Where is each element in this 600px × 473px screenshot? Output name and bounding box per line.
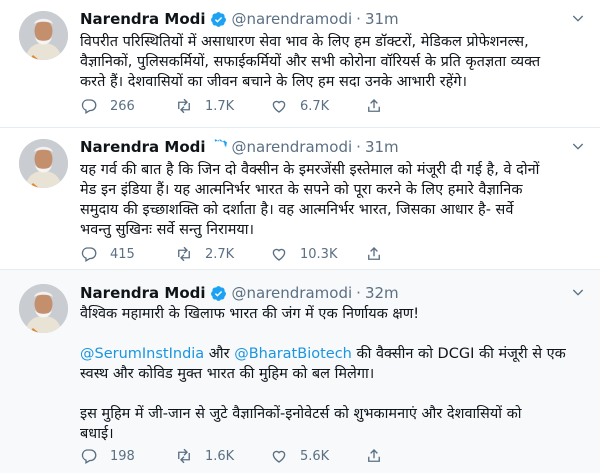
avatar-image [19, 11, 68, 60]
reply-button[interactable]: 266 [80, 97, 175, 115]
author-name[interactable]: Narendra Modi [80, 10, 206, 28]
like-button[interactable]: 5.6K [270, 447, 365, 465]
reply-count: 415 [110, 246, 135, 262]
tweet-text-line: वैश्विक महामारी के खिलाफ भारत की जंग में… [80, 306, 420, 322]
retweet-button[interactable]: 1.7K [175, 97, 270, 115]
avatar[interactable] [19, 284, 68, 333]
tweet-text-line: @SerumInstIndia और @BharatBiotech की वैक… [80, 344, 585, 364]
tweet-1[interactable]: Narendra Modi @narendramodi · 31m विपरीत… [0, 0, 600, 128]
tweet-text-line: स्वस्थ और कोविड मुक्त भारत की मुहिम को ब… [80, 366, 375, 382]
heart-icon [272, 248, 286, 261]
heart-icon [272, 450, 286, 463]
reply-icon [81, 99, 97, 114]
separator-dot: · [356, 138, 361, 156]
tweet-text-line: मेड इन इंडिया हैं। यह आत्मनिर्भर भारत के… [80, 182, 523, 198]
retweet-icon [178, 98, 190, 114]
share-icon [368, 247, 380, 260]
reply-icon [81, 449, 97, 464]
share-button[interactable] [365, 245, 395, 263]
timestamp[interactable]: 31m [365, 138, 399, 156]
tweet-header: Narendra Modi @narendramodi · 31m [80, 136, 590, 158]
tweet-text: वैश्विक महामारी के खिलाफ भारत की जंग में… [80, 304, 585, 444]
like-count: 10.3K [300, 246, 338, 262]
tweet-actions: 198 1.6K 5.6K [80, 446, 395, 466]
share-button[interactable] [365, 447, 395, 465]
tweet-2[interactable]: Narendra Modi @narendramodi · 31m यह गर्… [0, 128, 600, 270]
tweet-text-line: इस मुहिम में जी-जान से जुटे वैज्ञानिकों-… [80, 406, 522, 422]
tweet-header: Narendra Modi @narendramodi · 31m [80, 8, 590, 30]
reply-icon [81, 247, 97, 262]
verified-badge-icon [210, 11, 226, 27]
tweet-text-line: समुदाय की इच्छाशक्ति को दर्शाता है। वह आ… [80, 202, 514, 218]
verified-badge-icon [210, 285, 226, 301]
tweet-3[interactable]: Narendra Modi @narendramodi · 32m वैश्वि… [0, 270, 600, 473]
share-icon [368, 99, 380, 112]
chevron-down-icon[interactable] [570, 284, 586, 300]
author-handle[interactable]: @narendramodi [232, 284, 353, 302]
tweet-text-line: वैज्ञानिकों, पुलिसकर्मियों, सफाईकर्मियों… [80, 54, 541, 70]
author-handle[interactable]: @narendramodi [232, 138, 353, 156]
avatar[interactable] [19, 11, 68, 60]
tweet-text-line: करते हैं। देशवासियों का जीवन बचाने के लि… [80, 74, 467, 90]
retweet-button[interactable]: 2.7K [175, 245, 270, 263]
separator-dot: · [356, 10, 361, 28]
reply-button[interactable]: 415 [80, 245, 175, 263]
retweet-icon [178, 448, 190, 464]
like-count: 6.7K [300, 98, 330, 114]
verified-badge-icon [214, 138, 227, 151]
tweet-text-line: यह गर्व की बात है कि जिन दो वैक्सीन के इ… [80, 162, 540, 178]
retweet-button[interactable]: 1.6K [175, 447, 270, 465]
retweet-icon [178, 246, 190, 262]
avatar-image [19, 284, 68, 333]
tweet-actions: 415 2.7K 10.3K [80, 244, 395, 264]
retweet-count: 2.7K [205, 246, 235, 262]
like-button[interactable]: 10.3K [270, 245, 365, 263]
tweet-header: Narendra Modi @narendramodi · 32m [80, 282, 590, 304]
like-button[interactable]: 6.7K [270, 97, 365, 115]
tweet-text-fragment: की वैक्सीन को DCGI की मंजूरी से एक [351, 346, 566, 362]
connector-text: और [204, 346, 235, 362]
reply-button[interactable]: 198 [80, 447, 175, 465]
reply-count: 198 [110, 448, 135, 464]
mention-link-bharatbiotech[interactable]: @BharatBiotech [234, 346, 352, 362]
timestamp[interactable]: 31m [365, 10, 399, 28]
author-handle[interactable]: @narendramodi [232, 10, 353, 28]
tweet-text-line: भवन्तु सुखिनः सर्वे सन्तु निरामया। [80, 222, 255, 238]
tweet-actions: 266 1.7K 6.7K [80, 96, 395, 116]
like-count: 5.6K [300, 448, 330, 464]
reply-count: 266 [110, 98, 135, 114]
tweet-text: विपरीत परिस्थितियों में असाधारण सेवा भाव… [80, 32, 585, 92]
share-button[interactable] [365, 97, 395, 115]
chevron-down-icon[interactable] [570, 10, 586, 26]
timestamp[interactable]: 32m [365, 284, 399, 302]
share-icon [368, 449, 380, 462]
avatar-image [19, 139, 68, 188]
mention-link-seruminstindia[interactable]: @SerumInstIndia [80, 346, 204, 362]
chevron-down-icon[interactable] [570, 138, 586, 154]
avatar[interactable] [19, 139, 68, 188]
retweet-count: 1.6K [205, 448, 235, 464]
tweet-text-line: विपरीत परिस्थितियों में असाधारण सेवा भाव… [80, 34, 529, 50]
author-name[interactable]: Narendra Modi [80, 284, 206, 302]
tweet-text-line: बधाई। [80, 426, 114, 442]
heart-icon [272, 100, 286, 113]
retweet-count: 1.7K [205, 98, 235, 114]
separator-dot: · [356, 284, 361, 302]
author-name[interactable]: Narendra Modi [80, 138, 206, 156]
tweet-text: यह गर्व की बात है कि जिन दो वैक्सीन के इ… [80, 160, 585, 240]
